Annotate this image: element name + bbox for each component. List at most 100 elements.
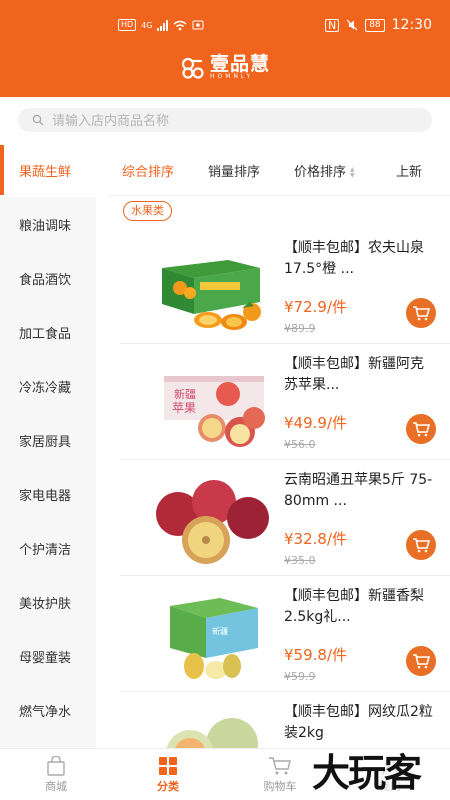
svg-text:新疆: 新疆 (174, 387, 196, 401)
product-name: 【顺丰包邮】新疆香梨2.5kg礼... (284, 588, 424, 625)
category-tag[interactable]: 水果类 (123, 201, 172, 221)
pear-box-image: 新疆 (170, 598, 258, 679)
sidebar-item-label: 食品酒饮 (19, 272, 72, 288)
price-value: ¥49.9 (284, 414, 327, 432)
category-grid-icon (159, 757, 177, 775)
original-price: ¥59.9 (284, 670, 316, 683)
status-right: N 88 12:30 (324, 17, 432, 33)
category-sidebar: 果蔬生鲜 粮油调味 食品酒饮 加工食品 冷冻冷藏 家居厨具 家电电器 个护清洁 … (0, 143, 96, 748)
product-card[interactable]: 新疆 苹果 【顺丰包邮】新疆阿克苏苹果... ¥49.9/件 ¥56.0 (120, 344, 450, 460)
sidebar-item-appliances[interactable]: 家电电器 (0, 467, 96, 521)
sidebar-item-food-drinks[interactable]: 食品酒饮 (0, 251, 96, 305)
product-price: ¥49.9/件 (284, 412, 347, 433)
search-input[interactable] (52, 112, 392, 128)
product-name: 【顺丰包邮】新疆阿克苏苹果... (284, 356, 424, 393)
product-card[interactable]: 【顺丰包邮】网纹瓜2粒装2kg (120, 692, 450, 748)
orange-box-image (162, 260, 261, 330)
red-apples-image (156, 480, 269, 564)
sidebar-item-label: 家电电器 (19, 488, 72, 504)
sidebar-item-label: 家居厨具 (19, 434, 72, 450)
product-price: ¥32.8/件 (284, 528, 347, 549)
network-label: 4G (141, 20, 153, 30)
search-box[interactable] (18, 108, 432, 132)
sort-price[interactable]: 价格排序 ▲ ▼ (294, 161, 355, 180)
sidebar-item-processed-food[interactable]: 加工食品 (0, 305, 96, 359)
app-screen: HD 4G N 88 12:30 壹品慧 HOMNLY 请输入店内商品名称 果蔬… (0, 0, 450, 800)
battery-indicator: 88 (365, 18, 385, 32)
status-left: HD 4G (118, 19, 204, 31)
price-value: ¥59.8 (284, 646, 327, 664)
add-to-cart-button[interactable] (406, 414, 436, 444)
price-unit: /件 (326, 298, 348, 316)
sidebar-item-label: 燃气净水 (19, 704, 72, 720)
shop-bag-icon (47, 756, 65, 776)
product-name: 云南昭通丑苹果5斤 75-80mm ... (284, 472, 433, 509)
price-value: ¥72.9 (284, 298, 327, 316)
sort-comprehensive[interactable]: 综合排序 (122, 161, 174, 180)
search-bar (0, 97, 450, 143)
product-panel: 综合排序 销量排序 价格排序 ▲ ▼ 上新 水果类 【顺丰包邮】农夫山泉17.5°橙… (96, 143, 450, 748)
sort-new[interactable]: 上新 (396, 161, 422, 180)
nfc-icon: N (324, 18, 340, 32)
sidebar-item-label: 母婴童装 (19, 650, 72, 666)
status-time: 12:30 (391, 17, 432, 33)
sidebar-item-grain-oil[interactable]: 粮油调味 (0, 197, 96, 251)
price-unit: /件 (326, 530, 348, 548)
sidebar-item-frozen[interactable]: 冷冻冷藏 (0, 359, 96, 413)
divider (110, 195, 450, 196)
sidebar-item-beauty[interactable]: 美妆护肤 (0, 575, 96, 629)
sort-price-label: 价格排序 (294, 165, 347, 180)
app-header: HD 4G N 88 12:30 壹品慧 HOMNLY (0, 0, 450, 97)
product-card[interactable]: 云南昭通丑苹果5斤 75-80mm ... ¥32.8/件 ¥35.0 (120, 460, 450, 576)
search-icon (32, 114, 44, 126)
sidebar-item-personal-care[interactable]: 个护清洁 (0, 521, 96, 575)
price-value: ¥32.8 (284, 530, 327, 548)
product-card[interactable]: 新疆 【顺丰包邮】新疆香梨2.5kg礼... ¥59.8/件 ¥59.9 (120, 576, 450, 692)
sidebar-item-home-kitchen[interactable]: 家居厨具 (0, 413, 96, 467)
tab-label: 购物车 (263, 780, 297, 793)
original-price: ¥35.0 (284, 554, 316, 567)
cart-icon (269, 757, 291, 775)
sort-arrows-icon: ▲ ▼ (350, 165, 355, 179)
cart-icon (413, 654, 430, 669)
sort-sales[interactable]: 销量排序 (208, 161, 260, 180)
svg-text:新疆: 新疆 (212, 626, 228, 636)
signal-icon (157, 19, 169, 31)
add-to-cart-button[interactable] (406, 646, 436, 676)
product-price: ¥72.9/件 (284, 296, 347, 317)
status-bar: HD 4G N 88 12:30 (0, 0, 450, 50)
sidebar-item-label: 美妆护肤 (19, 596, 72, 612)
sidebar-item-baby[interactable]: 母婴童装 (0, 629, 96, 683)
tab-category[interactable]: 分类 (128, 754, 208, 794)
price-unit: /件 (326, 414, 348, 432)
tab-shop[interactable]: 商城 (16, 754, 96, 794)
apple-box-image: 新疆 苹果 (164, 376, 265, 447)
wifi-icon (174, 20, 187, 30)
tab-label: 商城 (45, 780, 67, 793)
tab-label: 分类 (157, 780, 179, 793)
tab-cart[interactable]: 购物车 (240, 754, 320, 794)
cart-icon (413, 306, 430, 321)
sidebar-item-fresh-produce[interactable]: 果蔬生鲜 (0, 143, 96, 197)
logo-text: 壹品慧 (210, 53, 271, 75)
original-price: ¥89.9 (284, 322, 316, 335)
melon-image (166, 718, 258, 748)
product-card[interactable]: 【顺丰包邮】农夫山泉17.5°橙 ... ¥72.9/件 ¥89.9 (120, 228, 450, 344)
add-to-cart-button[interactable] (406, 298, 436, 328)
sidebar-item-label: 个护清洁 (19, 542, 72, 558)
price-unit: /件 (326, 646, 348, 664)
sidebar-item-gas-water[interactable]: 燃气净水 (0, 683, 96, 737)
screen-record-icon (192, 20, 204, 30)
add-to-cart-button[interactable] (406, 530, 436, 560)
product-price: ¥59.8/件 (284, 644, 347, 665)
sort-bar: 综合排序 销量排序 价格排序 ▲ ▼ 上新 (96, 143, 450, 195)
logo-mark-icon (181, 57, 204, 79)
watermark: 大玩客 (312, 751, 422, 795)
original-price: ¥56.0 (284, 438, 316, 451)
mute-icon (346, 19, 358, 31)
sidebar-item-label: 果蔬生鲜 (19, 164, 72, 180)
svg-text:苹果: 苹果 (172, 401, 196, 415)
sidebar-item-label: 粮油调味 (19, 218, 72, 234)
hd-badge: HD (118, 19, 137, 31)
cart-icon (413, 422, 430, 437)
